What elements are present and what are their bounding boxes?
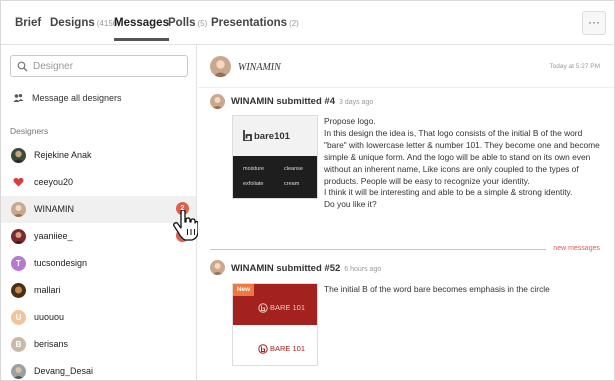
designer-name: ceeyou20 [34,177,74,187]
design-thumbnail[interactable]: bare101 moisture cleanse exfoliate cream [232,115,318,199]
submission-message: Propose logo. In this design the idea is… [324,116,604,211]
designer-name: berisans [34,339,69,349]
thumb-top: bare101 [233,116,317,156]
designer-name: Devang_Desai [34,366,94,376]
avatar [11,364,26,379]
submitter-avatar [210,260,225,275]
more-options-button[interactable]: ··· [582,11,606,35]
tab-count: (5) [197,19,208,28]
thumb-label: cleanse [284,166,303,172]
avatar [11,148,26,163]
bare-logo-icon [243,130,252,141]
message-line: Propose logo. [324,116,376,126]
conversation-timestamp: Today at 5:27 PM [549,63,600,70]
submitter-avatar [210,94,225,109]
header-divider [198,87,614,88]
designer-row[interactable]: yaaniiee_ 1 [1,223,196,250]
search-input[interactable] [33,59,183,74]
tab-label: Polls [168,17,196,29]
avatar [11,202,26,217]
design-thumbnail[interactable]: BARE 101 New BARE 101 [232,283,318,366]
conversation-avatar [210,56,231,77]
tab-count: (2) [289,19,299,28]
heart-avatar-icon [13,177,24,187]
new-messages-label: new messages [553,245,600,252]
designer-name: Rejekine Anak [34,150,92,160]
submission-time: 6 hours ago [344,266,382,273]
submission-title[interactable]: WINAMIN submitted #4 3 days ago [231,96,373,107]
tab-label: Designs [50,17,95,29]
thumb-label: cream [284,181,300,187]
tab-label: Brief [15,17,42,29]
avatar: B [11,337,26,352]
designer-row[interactable]: B berisans [1,331,196,358]
conversation-panel: WINAMIN Today at 5:27 PM WINAMIN submitt… [198,45,614,380]
hand-pointer-cursor-icon [173,210,199,241]
group-users-icon [13,94,24,102]
designer-sidebar: Message all designers Designers Rejekine… [1,45,197,380]
designer-row[interactable]: Rejekine Anak [1,142,196,169]
submission-title-text: WINAMIN submitted #52 [231,263,341,274]
tab-polls[interactable]: Polls (5) [168,17,207,29]
app-window: Brief Designs (4156) Messages Polls (5) Pr… [0,0,615,381]
tab-designs[interactable]: Designs (4156) [50,17,120,29]
designer-name: tucsondesign [34,258,88,268]
designer-row[interactable]: ceeyou20 [1,169,196,196]
designer-row[interactable]: U uuouou [1,304,196,331]
designer-name: WINAMIN [34,204,74,214]
message-all-label: Message all designers [32,93,122,103]
circle-b-logo-icon [258,344,268,354]
more-icon: ··· [588,15,600,29]
designer-name: uuouou [34,312,65,322]
designer-name: mallari [34,285,61,295]
avatar [11,283,26,298]
designer-row[interactable]: mallari [1,277,196,304]
thumb-brand: BARE 101 [270,344,306,353]
message-line: I think it will be interesting and able … [324,187,573,198]
thumb-bottom: moisture cleanse exfoliate cream [233,156,317,198]
message-line: Do you like it? [324,199,377,210]
new-messages-divider [210,249,546,250]
designers-section-label: Designers [10,126,49,136]
designer-name: yaaniiee_ [34,231,73,241]
avatar [11,229,26,244]
search-icon [17,61,28,72]
submission-time: 3 days ago [338,99,374,106]
tab-presentations[interactable]: Presentations (2) [211,17,299,29]
thumb-label: exfoliate [243,181,264,187]
thumb-label: moisture [243,166,265,172]
circle-b-logo-icon [258,303,268,313]
submission-title-text: WINAMIN submitted #4 [231,96,335,107]
tab-label: Messages [114,17,169,29]
designer-row[interactable]: T tucsondesign [1,250,196,277]
tab-brief[interactable]: Brief [15,17,41,29]
tab-label: Presentations [211,17,288,29]
new-tag: New [233,284,254,296]
thumb-brand: bare101 [254,131,290,142]
avatar: U [11,310,26,325]
designer-row[interactable]: WINAMIN 2 [1,196,196,223]
designer-search[interactable] [10,55,188,77]
conversation-title: WINAMIN [238,62,281,73]
top-tab-bar: Brief Designs (4156) Messages Polls (5) Pr… [1,1,614,45]
avatar: T [11,256,26,271]
message-line: In this design the idea is, That logo co… [324,127,600,186]
thumb-brand: BARE 101 [270,303,306,312]
submission-message: The initial B of the word bare becomes e… [324,284,550,294]
submission-title[interactable]: WINAMIN submitted #52 6 hours ago [231,263,381,274]
tab-messages[interactable]: Messages [114,17,169,41]
designer-row[interactable]: Devang_Desai [1,358,196,380]
